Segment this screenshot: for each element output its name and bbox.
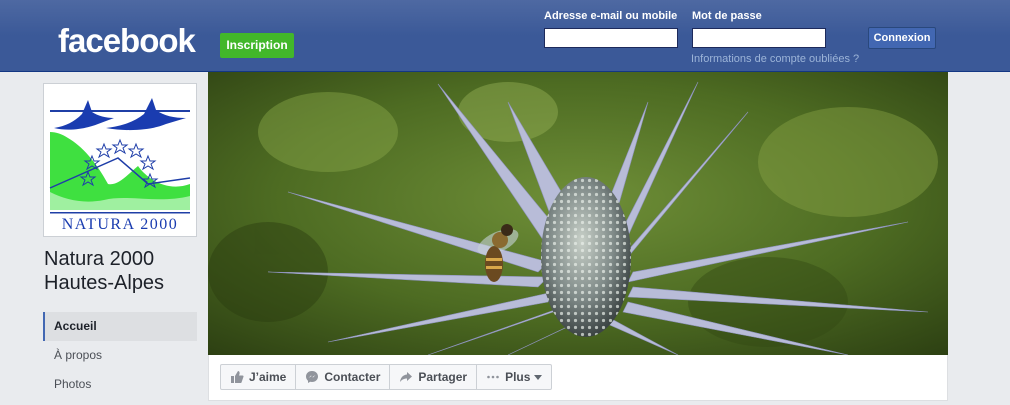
share-arrow-icon bbox=[400, 372, 413, 382]
chevron-down-icon bbox=[534, 374, 543, 380]
natura-2000-logo: NATURA 2000 bbox=[48, 88, 192, 232]
nav-item-photos[interactable]: Photos bbox=[43, 370, 197, 399]
profile-picture[interactable]: NATURA 2000 bbox=[43, 83, 197, 237]
top-bar: facebook Inscription Adresse e-mail ou m… bbox=[0, 0, 1010, 72]
nav-item-accueil[interactable]: Accueil bbox=[43, 312, 197, 341]
page-action-bar: J’aime Contacter Partager Plus bbox=[208, 355, 948, 401]
contact-button-label: Contacter bbox=[324, 370, 381, 384]
email-label: Adresse e-mail ou mobile bbox=[544, 10, 678, 22]
natura-logo-text: NATURA 2000 bbox=[62, 216, 179, 232]
facebook-logo[interactable]: facebook bbox=[58, 21, 196, 61]
like-button[interactable]: J’aime bbox=[221, 365, 297, 389]
nav-item-a-propos[interactable]: À propos bbox=[43, 341, 197, 370]
more-button[interactable]: Plus bbox=[477, 365, 551, 389]
dots-icon bbox=[487, 375, 499, 379]
action-button-group: J’aime Contacter Partager Plus bbox=[220, 364, 553, 390]
password-field[interactable] bbox=[692, 28, 826, 48]
page-title-line1: Natura 2000 bbox=[44, 248, 155, 270]
share-button-label: Partager bbox=[418, 370, 468, 384]
contact-button[interactable]: Contacter bbox=[296, 365, 391, 389]
like-button-label: J’aime bbox=[249, 370, 287, 384]
login-button[interactable]: Connexion bbox=[868, 27, 936, 49]
share-button[interactable]: Partager bbox=[390, 365, 478, 389]
password-label: Mot de passe bbox=[692, 10, 762, 22]
email-field[interactable] bbox=[544, 28, 678, 48]
messenger-icon bbox=[306, 371, 319, 383]
page-navigation: Accueil À propos Photos bbox=[43, 312, 197, 399]
more-button-label: Plus bbox=[505, 370, 531, 384]
thumbs-up-icon bbox=[231, 371, 244, 383]
page-title: Natura 2000 Hautes-Alpes bbox=[44, 247, 204, 295]
cover-photo[interactable] bbox=[208, 72, 948, 355]
page-title-line2: Hautes-Alpes bbox=[44, 272, 165, 294]
thistle-bee-photo bbox=[208, 72, 948, 355]
signup-button[interactable]: Inscription bbox=[220, 33, 294, 58]
forgot-account-link[interactable]: Informations de compte oubliées ? bbox=[691, 53, 859, 65]
